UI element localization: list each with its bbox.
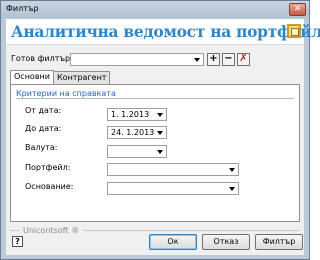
filter-button[interactable]: Филтър xyxy=(255,234,303,250)
ready-filter-combo[interactable] xyxy=(70,53,204,66)
chevron-down-icon xyxy=(229,187,235,191)
tab-counterparty[interactable]: Контрагент xyxy=(53,71,111,84)
footer-divider-right xyxy=(83,230,300,231)
report-icon xyxy=(287,24,301,38)
tab-basic[interactable]: Основни xyxy=(10,70,54,84)
basis-combo[interactable] xyxy=(107,182,239,195)
to-date-value: 24. 1.2013 xyxy=(111,128,155,137)
chevron-down-icon xyxy=(194,58,200,62)
brand-label: Unicontsoft ® xyxy=(23,226,80,235)
ready-filter-label: Готов филтър: xyxy=(11,54,73,63)
chevron-down-icon xyxy=(157,150,163,154)
chevron-down-icon xyxy=(229,168,235,172)
chevron-down-icon xyxy=(157,113,163,117)
from-date-value: 1. 1.2013 xyxy=(111,110,150,119)
to-date-picker[interactable]: 24. 1.2013 xyxy=(107,126,167,139)
criteria-panel: Критерии на справката От дата: 1. 1.2013… xyxy=(10,84,300,222)
from-date-label: От дата: xyxy=(25,106,62,115)
ok-button[interactable]: Ок xyxy=(149,234,197,250)
currency-label: Валута: xyxy=(25,143,58,152)
clear-filter-button[interactable]: ✗ xyxy=(237,53,250,66)
from-date-picker[interactable]: 1. 1.2013 xyxy=(107,108,167,121)
dialog-client: Аналитична ведомост на портфейл Готов фи… xyxy=(6,19,320,255)
currency-combo[interactable] xyxy=(107,145,167,158)
add-filter-button[interactable]: + xyxy=(207,53,220,66)
remove-filter-button[interactable]: − xyxy=(222,53,235,66)
portfolio-combo[interactable] xyxy=(107,163,239,176)
cancel-button[interactable]: Отказ xyxy=(202,234,250,250)
header-banner: Аналитична ведомост на портфейл xyxy=(6,19,320,45)
filter-dialog: Филтър ✕ Аналитична ведомост на портфейл… xyxy=(0,0,320,260)
section-title: Критерии на справката xyxy=(16,89,116,98)
basis-label: Основание: xyxy=(25,182,74,191)
help-button[interactable]: ? xyxy=(12,236,23,247)
close-button[interactable]: ✕ xyxy=(289,3,306,16)
chevron-down-icon xyxy=(157,131,163,135)
portfolio-label: Портфейл: xyxy=(25,163,71,172)
to-date-label: До дата: xyxy=(25,124,62,133)
report-title: Аналитична ведомост на портфейл xyxy=(11,22,320,41)
section-divider xyxy=(16,98,294,99)
title-bar[interactable]: Филтър ✕ xyxy=(1,1,309,18)
footer-divider-left xyxy=(10,230,20,231)
window-title: Филтър xyxy=(6,4,39,13)
